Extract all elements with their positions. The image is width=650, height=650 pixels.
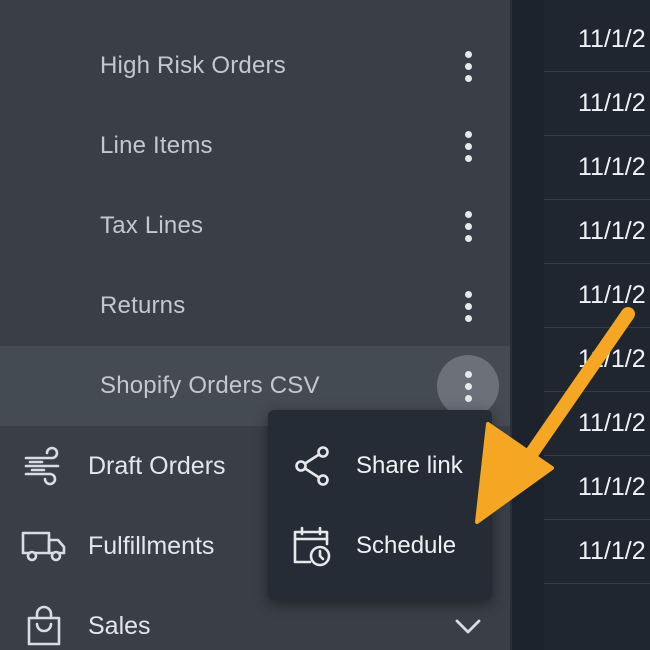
schedule-menu-item[interactable]: Schedule: [268, 510, 492, 582]
sidebar-item-label: Fulfillments: [88, 531, 215, 560]
sidebar-item-label: Sales: [88, 611, 151, 640]
sidebar-item-high-risk-orders[interactable]: High Risk Orders: [0, 26, 510, 106]
date-cell: 11/1/2: [578, 345, 646, 373]
menu-item-label: Share link: [356, 452, 463, 479]
orders-table: 11/1/2 11/1/2 11/1/2 11/1/2 11/1/2 11/1/…: [512, 0, 650, 650]
table-row[interactable]: 11/1/2: [544, 392, 650, 456]
sidebar-item-label: Shopify Orders CSV: [100, 372, 320, 399]
more-options-icon[interactable]: [437, 35, 499, 97]
sidebar-item-label: Returns: [100, 292, 186, 319]
table-gutter: [512, 0, 544, 650]
table-row[interactable]: 11/1/2: [544, 72, 650, 136]
date-cell: 11/1/2: [578, 537, 646, 565]
calendar-clock-icon: [293, 526, 331, 567]
wind-icon: [20, 442, 68, 490]
date-cell: 11/1/2: [578, 25, 646, 53]
truck-icon: [20, 522, 68, 570]
context-menu: Share link Schedule: [268, 410, 492, 600]
sidebar-item-label: Draft Orders: [88, 451, 226, 480]
sidebar-item-label: Line Items: [100, 132, 213, 159]
table-row[interactable]: 11/1/2: [544, 8, 650, 72]
table-row[interactable]: 11/1/2: [544, 136, 650, 200]
table-row[interactable]: 11/1/2: [544, 200, 650, 264]
table-row[interactable]: 11/1/2: [544, 328, 650, 392]
share-icon: [295, 446, 329, 486]
sidebar-item-returns[interactable]: Returns: [0, 266, 510, 346]
sidebar-item-label: High Risk Orders: [100, 52, 286, 79]
more-options-icon[interactable]: [437, 275, 499, 337]
more-options-icon[interactable]: [437, 195, 499, 257]
sidebar-top-edge: [0, 0, 510, 4]
more-options-icon[interactable]: [437, 115, 499, 177]
date-cell: 11/1/2: [578, 89, 646, 117]
table-row[interactable]: 11/1/2: [544, 456, 650, 520]
table-row[interactable]: 11/1/2: [544, 264, 650, 328]
more-options-icon[interactable]: [437, 355, 499, 417]
menu-item-label: Schedule: [356, 532, 457, 559]
date-cell: 11/1/2: [578, 409, 646, 437]
sidebar-item-label: Tax Lines: [100, 212, 204, 239]
table-row[interactable]: 11/1/2: [544, 520, 650, 584]
date-cell: 11/1/2: [578, 473, 646, 501]
shopping-bag-icon: [20, 602, 68, 650]
sidebar-item-tax-lines[interactable]: Tax Lines: [0, 186, 510, 266]
sidebar-item-line-items[interactable]: Line Items: [0, 106, 510, 186]
date-cell: 11/1/2: [578, 281, 646, 309]
date-cell: 11/1/2: [578, 153, 646, 181]
chevron-down-icon[interactable]: [452, 610, 484, 642]
date-cell: 11/1/2: [578, 217, 646, 245]
share-link-menu-item[interactable]: Share link: [268, 430, 492, 502]
